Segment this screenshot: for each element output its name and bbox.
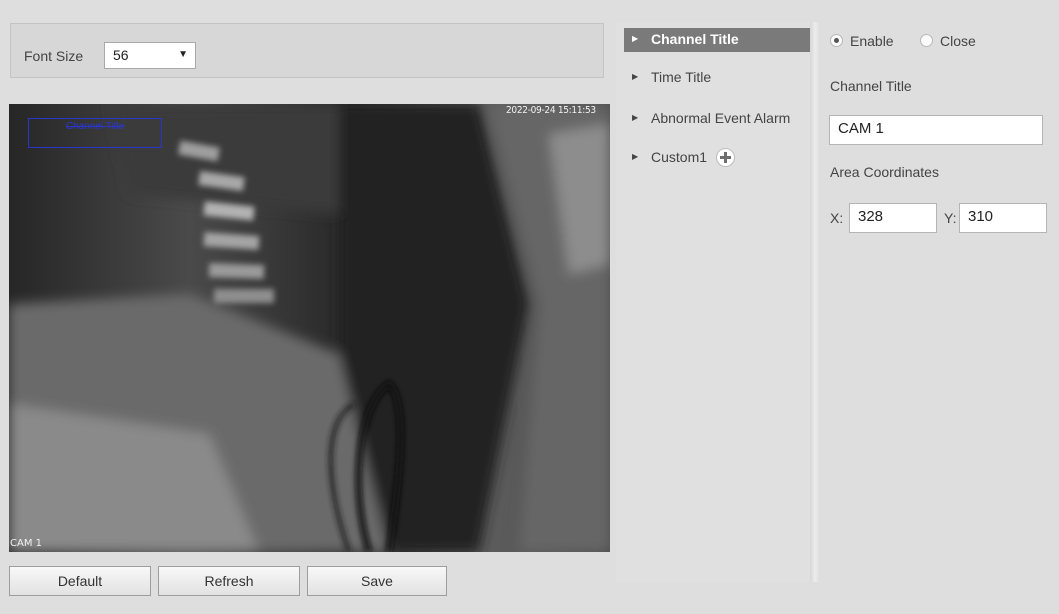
x-coordinate-input[interactable]: 328 bbox=[849, 203, 937, 233]
x-label: X: bbox=[830, 210, 844, 226]
y-label: Y: bbox=[944, 210, 957, 226]
overlay-menu bbox=[616, 22, 810, 582]
menu-item-label: Time Title bbox=[651, 69, 712, 85]
font-size-select[interactable]: 56 ▼ bbox=[104, 42, 196, 69]
refresh-button[interactable]: Refresh bbox=[158, 566, 300, 596]
channel-title-input[interactable]: CAM 1 bbox=[829, 115, 1043, 145]
menu-item-abnormal-event-alarm[interactable]: ▶ Abnormal Event Alarm bbox=[624, 107, 810, 131]
caret-right-icon: ▶ bbox=[632, 72, 639, 81]
osd-timestamp: 2022-09-24 15:11:53 bbox=[506, 105, 596, 116]
menu-item-custom1[interactable]: ▶ Custom1 bbox=[624, 146, 810, 170]
camera-image bbox=[9, 104, 610, 552]
font-size-panel bbox=[10, 23, 604, 78]
y-coordinate-input[interactable]: 310 bbox=[959, 203, 1047, 233]
plus-icon[interactable] bbox=[716, 148, 735, 167]
close-label: Close bbox=[940, 33, 976, 49]
caret-right-icon: ▶ bbox=[632, 34, 639, 43]
close-radio[interactable] bbox=[920, 34, 933, 47]
font-size-value: 56 bbox=[113, 47, 129, 63]
font-size-label: Font Size bbox=[24, 48, 84, 64]
chevron-down-icon: ▼ bbox=[178, 49, 188, 60]
menu-item-time-title[interactable]: ▶ Time Title bbox=[624, 66, 810, 90]
osd-channel-title-text: Channel Title bbox=[65, 121, 125, 132]
menu-item-label: Abnormal Event Alarm bbox=[651, 110, 791, 126]
enable-label: Enable bbox=[850, 33, 894, 49]
enable-radio[interactable] bbox=[830, 34, 843, 47]
menu-item-label: Custom1 bbox=[651, 149, 708, 165]
osd-camera-name: CAM 1 bbox=[10, 538, 42, 549]
menu-divider bbox=[810, 22, 820, 582]
menu-item-label: Channel Title bbox=[651, 31, 739, 47]
save-button[interactable]: Save bbox=[307, 566, 447, 596]
area-coordinates-label: Area Coordinates bbox=[830, 164, 939, 180]
default-button[interactable]: Default bbox=[9, 566, 151, 596]
caret-right-icon: ▶ bbox=[632, 113, 639, 122]
caret-right-icon: ▶ bbox=[632, 152, 639, 161]
channel-title-label: Channel Title bbox=[830, 78, 912, 94]
menu-item-channel-title[interactable]: ▶ Channel Title bbox=[624, 28, 810, 52]
video-preview bbox=[9, 104, 610, 552]
